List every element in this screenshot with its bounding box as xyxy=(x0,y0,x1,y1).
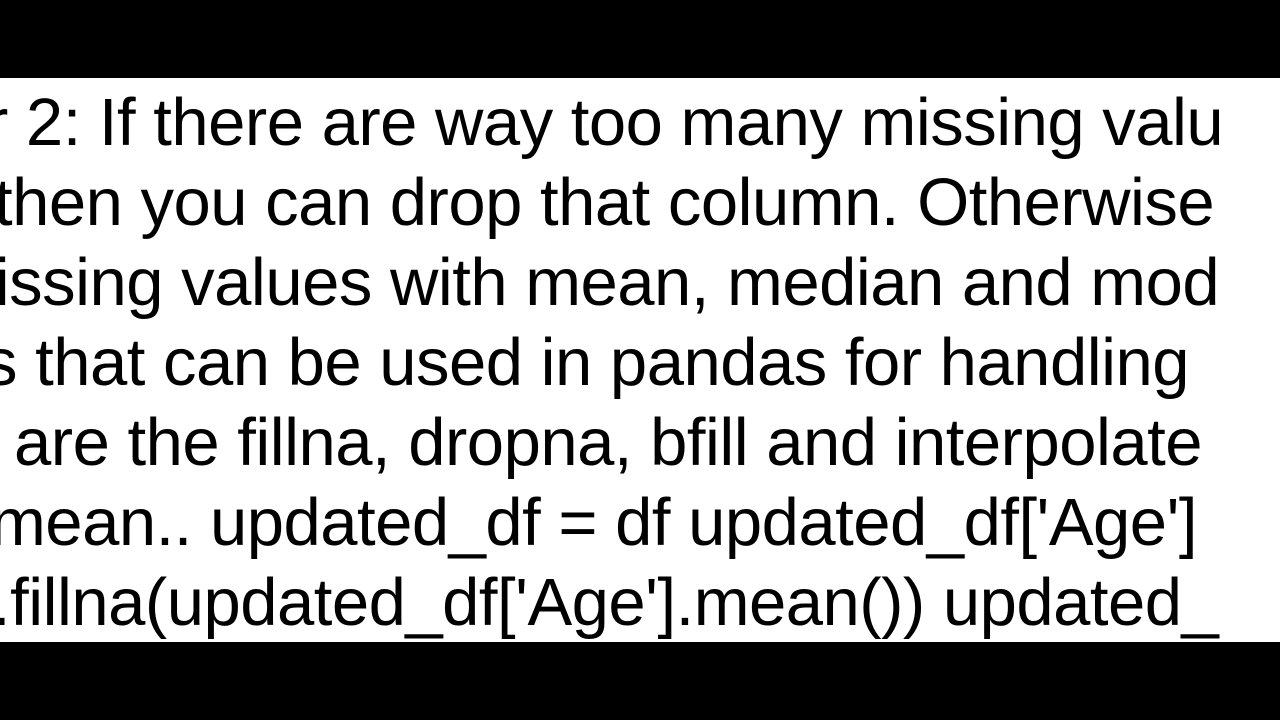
text-line-6: mean.. updated_df = df updated_df['Age'] xyxy=(0,483,1197,563)
text-line-7: .fillna(updated_df['Age'].mean()) update… xyxy=(0,563,1218,642)
text-line-4: s that can be used in pandas for handlin… xyxy=(0,323,1189,403)
letterbox-top xyxy=(0,0,1280,78)
text-line-1: r 2: If there are way too many missing v… xyxy=(0,83,1223,163)
letterbox-bottom xyxy=(0,642,1280,720)
document-viewport: r 2: If there are way too many missing v… xyxy=(0,78,1280,642)
text-line-3: nissing values with mean, median and mod xyxy=(0,243,1219,323)
text-line-2: then you can drop that column. Otherwise xyxy=(0,163,1214,243)
text-line-5: are the fillna, dropna, bfill and interp… xyxy=(14,403,1202,483)
